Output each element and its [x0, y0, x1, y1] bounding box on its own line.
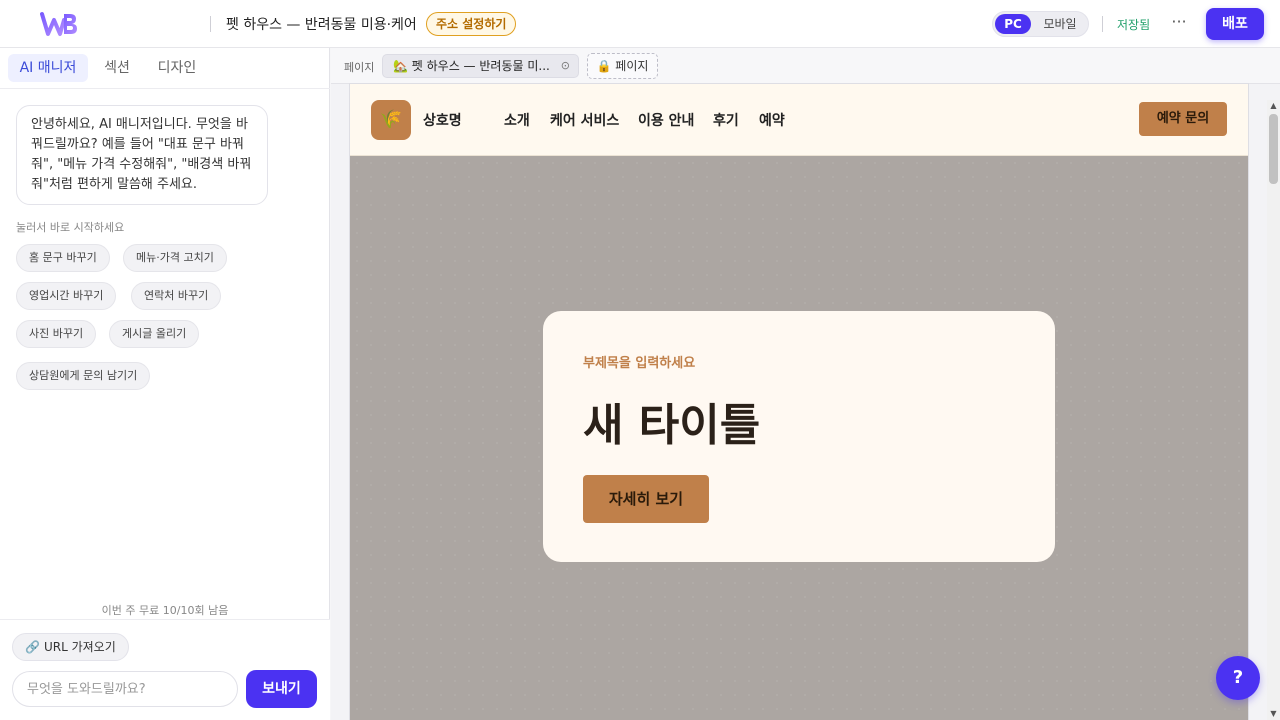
- device-mobile-button[interactable]: 모바일: [1037, 14, 1083, 34]
- scroll-down-icon[interactable]: ▼: [1267, 708, 1280, 720]
- divider: [1102, 16, 1103, 32]
- scroll-thumb[interactable]: [1269, 114, 1278, 184]
- hero-section[interactable]: 부제목을 입력하세요 새 타이틀 자세히 보기: [350, 156, 1248, 720]
- site-title: 펫 하우스 — 반려동물 미용·케어: [226, 17, 417, 33]
- panel-tabs: AI 매니저 섹션 디자인: [0, 48, 330, 89]
- nav-item-reviews[interactable]: 후기: [713, 110, 739, 130]
- chat-composer: 🔗URL 가져오기 보내기: [0, 619, 330, 720]
- chip-edit-contact[interactable]: 연락처 바꾸기: [131, 282, 222, 310]
- logo[interactable]: [40, 10, 80, 38]
- tab-ai-manager[interactable]: AI 매니저: [8, 54, 88, 82]
- chip-edit-home-text[interactable]: 홈 문구 바꾸기: [16, 244, 110, 272]
- nav-item-guide[interactable]: 이용 안내: [638, 110, 694, 130]
- site-header[interactable]: 🌾 상호명 소개 케어 서비스 이용 안내 후기 예약 예약 문의: [350, 84, 1248, 156]
- tab-design[interactable]: 디자인: [152, 54, 202, 82]
- chat-input[interactable]: [12, 671, 238, 707]
- reservation-inquiry-button[interactable]: 예약 문의: [1139, 102, 1227, 136]
- free-quota: 이번 주 무료 10/10회 남음: [101, 604, 229, 617]
- import-url-label: URL 가져오기: [43, 640, 116, 654]
- chip-contact-agent[interactable]: 상담원에게 문의 남기기: [16, 362, 151, 390]
- address-setup-badge[interactable]: 주소 설정하기: [426, 12, 517, 36]
- quick-start-hint: 눌러서 바로 시작하세요: [16, 221, 125, 234]
- divider: [210, 16, 211, 32]
- device-toggle: PC 모바일: [992, 11, 1089, 37]
- editor-area: 페이지 🏡 펫 하우스 — 반려동물 미... ⊙ 🔒 페이지 🌾 상호명 소개…: [331, 48, 1280, 720]
- page-tab-label: 🏡 펫 하우스 — 반려동물 미...: [393, 59, 550, 73]
- hero-card[interactable]: 부제목을 입력하세요 새 타이틀 자세히 보기: [543, 311, 1055, 562]
- top-bar: 펫 하우스 — 반려동물 미용·케어 주소 설정하기 PC 모바일 저장됨 ··…: [0, 0, 1280, 48]
- wheat-icon: 🌾: [371, 100, 411, 140]
- link-icon: 🔗: [25, 640, 40, 654]
- nav-item-care-service[interactable]: 케어 서비스: [550, 110, 619, 130]
- more-menu-icon[interactable]: ···: [1168, 12, 1190, 34]
- hero-more-button[interactable]: 자세히 보기: [583, 475, 709, 523]
- help-button[interactable]: ?: [1216, 656, 1260, 700]
- chip-post-article[interactable]: 게시글 올리기: [109, 320, 200, 348]
- ai-manager-panel: AI 매니저 섹션 디자인 안녕하세요, AI 매니저입니다. 무엇을 바꿔드릴…: [0, 48, 330, 720]
- pages-label: 페이지: [344, 61, 375, 74]
- chip-edit-menu-price[interactable]: 메뉴·가격 고치기: [123, 244, 227, 272]
- saved-status: 저장됨: [1117, 18, 1151, 32]
- hero-title[interactable]: 새 타이틀: [583, 389, 760, 453]
- nav-item-reservation[interactable]: 예약: [759, 110, 785, 130]
- tab-sections[interactable]: 섹션: [100, 54, 134, 82]
- page-tab-home[interactable]: 🏡 펫 하우스 — 반려동물 미... ⊙: [382, 54, 579, 78]
- import-url-button[interactable]: 🔗 URL 가져오기: [12, 633, 129, 661]
- add-page-button[interactable]: 🔒 페이지: [587, 53, 658, 79]
- site-name[interactable]: 상호명: [423, 110, 462, 130]
- site-preview: 🌾 상호명 소개 케어 서비스 이용 안내 후기 예약 예약 문의 부제목을 입…: [350, 84, 1248, 720]
- send-button[interactable]: 보내기: [246, 670, 317, 708]
- nav-item-about[interactable]: 소개: [504, 110, 530, 130]
- chip-edit-hours[interactable]: 영업시간 바꾸기: [16, 282, 117, 310]
- page-bar: 페이지 🏡 펫 하우스 — 반려동물 미... ⊙ 🔒 페이지: [331, 48, 1280, 84]
- assistant-message: 안녕하세요, AI 매니저입니다. 무엇을 바꿔드릴까요? 예를 들어 "대표 …: [16, 105, 268, 205]
- device-pc-button[interactable]: PC: [995, 14, 1031, 34]
- hero-subtitle[interactable]: 부제목을 입력하세요: [583, 352, 695, 371]
- page-tab-settings-icon[interactable]: ⊙: [561, 55, 570, 77]
- scroll-up-icon[interactable]: ▲: [1267, 100, 1280, 112]
- deploy-button[interactable]: 배포: [1206, 8, 1264, 40]
- chip-change-photo[interactable]: 사진 바꾸기: [16, 320, 97, 348]
- scrollbar[interactable]: ▲ ▼: [1267, 100, 1280, 720]
